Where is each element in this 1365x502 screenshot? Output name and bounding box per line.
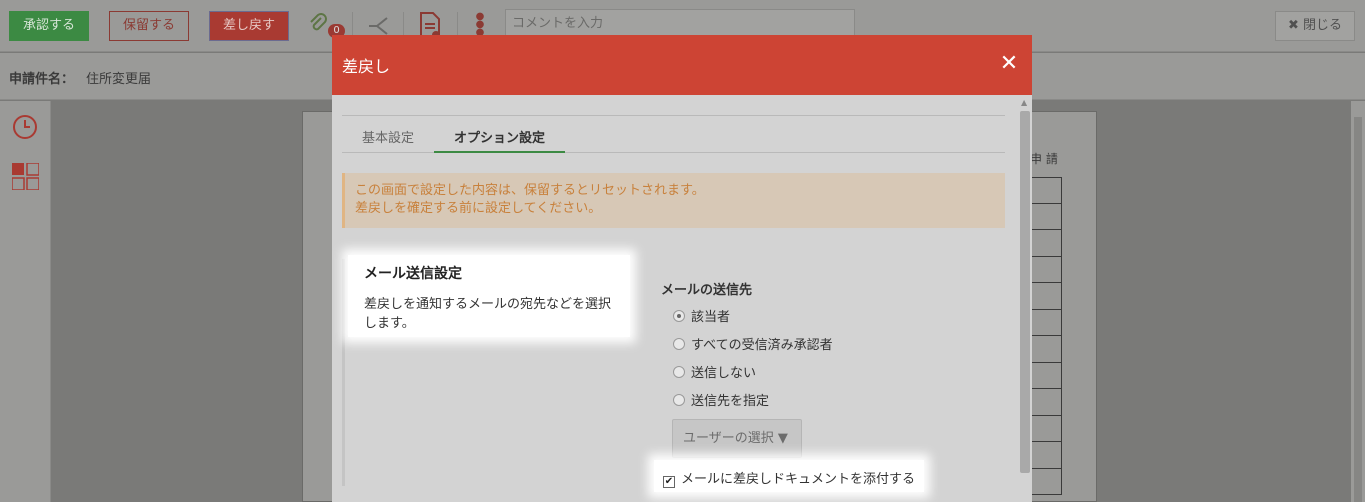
radio-icon[interactable] xyxy=(673,366,685,378)
radio-label: すべての受信済み承認者 xyxy=(691,338,833,353)
dialog-tabs: 基本設定 オプション設定 xyxy=(342,115,1005,153)
reset-notice: この画面で設定した内容は、保留するとリセットされます。 差戻しを確定する前に設定… xyxy=(342,173,1005,228)
radio-icon[interactable] xyxy=(673,338,685,350)
section-title: メール送信設定 xyxy=(364,266,462,282)
dialog-scrollbar-thumb[interactable] xyxy=(1020,111,1030,473)
radio-option-applicable[interactable]: 該当者 xyxy=(673,306,730,325)
comment-input[interactable]: コメントを入力 xyxy=(505,9,855,37)
dialog-scrollbar[interactable]: ▲ xyxy=(1017,95,1032,502)
checkbox-checked-icon[interactable]: ✔ xyxy=(663,476,675,488)
notice-line-1: この画面で設定した内容は、保留するとリセットされます。 xyxy=(355,183,705,198)
radio-option-no-send[interactable]: 送信しない xyxy=(673,362,756,381)
dialog-header: 差戻し ✕ xyxy=(332,35,1032,95)
radio-selected-icon[interactable] xyxy=(673,310,685,322)
radio-label: 該当者 xyxy=(691,310,731,325)
paperclip-icon[interactable] xyxy=(308,13,328,35)
attach-document-label: メールに差戻しドキュメントを添付する xyxy=(681,472,916,487)
close-button[interactable]: ✖ 閉じる xyxy=(1275,11,1355,41)
grid-view-icon[interactable] xyxy=(11,162,40,191)
user-select-button[interactable]: ユーザーの選択 ▼ xyxy=(672,419,802,458)
attach-document-option[interactable]: ✔ メールに差戻しドキュメントを添付する xyxy=(654,460,924,492)
tab-basic-settings[interactable]: 基本設定 xyxy=(362,127,414,146)
document-header-text: 申 請 xyxy=(1030,152,1058,166)
left-rail xyxy=(0,101,51,502)
close-label: 閉じる xyxy=(1303,18,1343,33)
section-description: 差戻しを通知するメールの宛先などを選択します。 xyxy=(364,297,612,331)
hold-button[interactable]: 保留する xyxy=(109,11,189,41)
mail-settings-section: メール送信設定 差戻しを通知するメールの宛先などを選択します。 xyxy=(348,255,630,337)
radio-label: 送信しない xyxy=(691,366,757,381)
radio-label: 送信先を指定 xyxy=(691,394,770,409)
mail-destination-title: メールの送信先 xyxy=(661,283,753,298)
dialog-close-icon[interactable]: ✕ xyxy=(999,53,1019,75)
active-tab-indicator xyxy=(434,151,565,153)
approve-button[interactable]: 承認する xyxy=(9,11,89,41)
return-dialog: 差戻し ✕ ▲ 基本設定 オプション設定 この画面で設定した内容は、保留するとリ… xyxy=(332,35,1032,502)
tab-option-settings[interactable]: オプション設定 xyxy=(454,127,545,146)
scroll-up-arrow-icon[interactable]: ▲ xyxy=(1021,98,1027,107)
radio-icon[interactable] xyxy=(673,394,685,406)
history-icon[interactable] xyxy=(12,114,38,140)
page-scrollbar-thumb[interactable] xyxy=(1354,117,1362,502)
section-bar xyxy=(342,259,345,486)
dialog-title: 差戻し xyxy=(342,57,391,76)
close-x-icon: ✖ xyxy=(1287,18,1299,33)
radio-option-specify[interactable]: 送信先を指定 xyxy=(673,390,769,409)
application-name-value: 住所変更届 xyxy=(86,72,152,87)
radio-option-all-approvers[interactable]: すべての受信済み承認者 xyxy=(673,334,833,353)
return-button[interactable]: 差し戻す xyxy=(209,11,289,41)
notice-line-2: 差戻しを確定する前に設定してください。 xyxy=(355,201,602,216)
application-name-label: 申請件名： xyxy=(9,72,75,87)
